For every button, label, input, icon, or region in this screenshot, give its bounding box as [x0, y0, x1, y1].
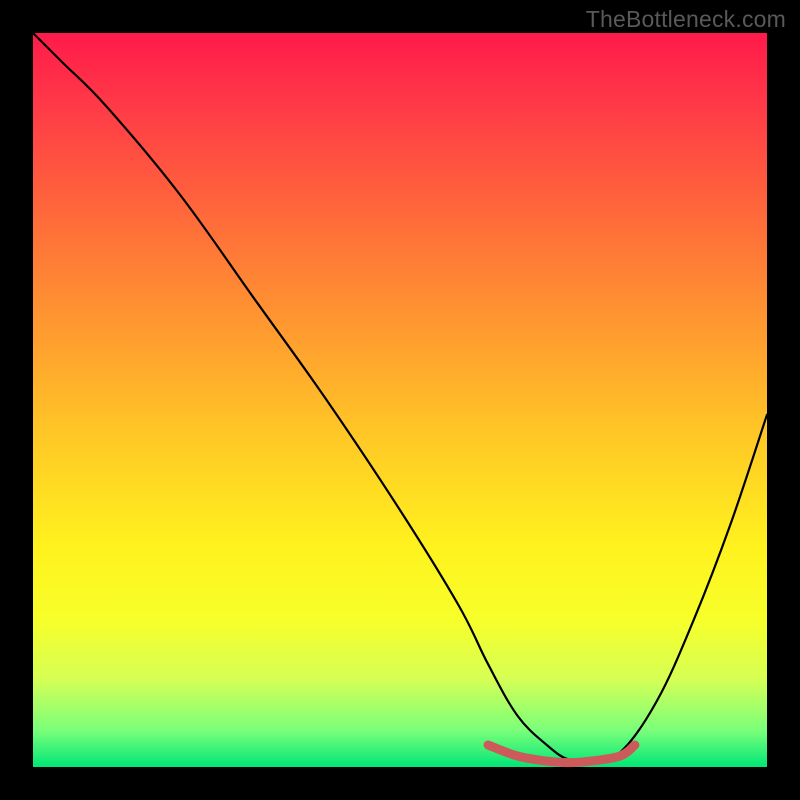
chart-frame: TheBottleneck.com: [0, 0, 800, 800]
watermark-text: TheBottleneck.com: [586, 6, 786, 33]
optimal-zone-highlight: [488, 745, 635, 763]
plot-area: [33, 33, 767, 767]
curve-layer: [33, 33, 767, 767]
bottleneck-curve: [33, 33, 767, 761]
